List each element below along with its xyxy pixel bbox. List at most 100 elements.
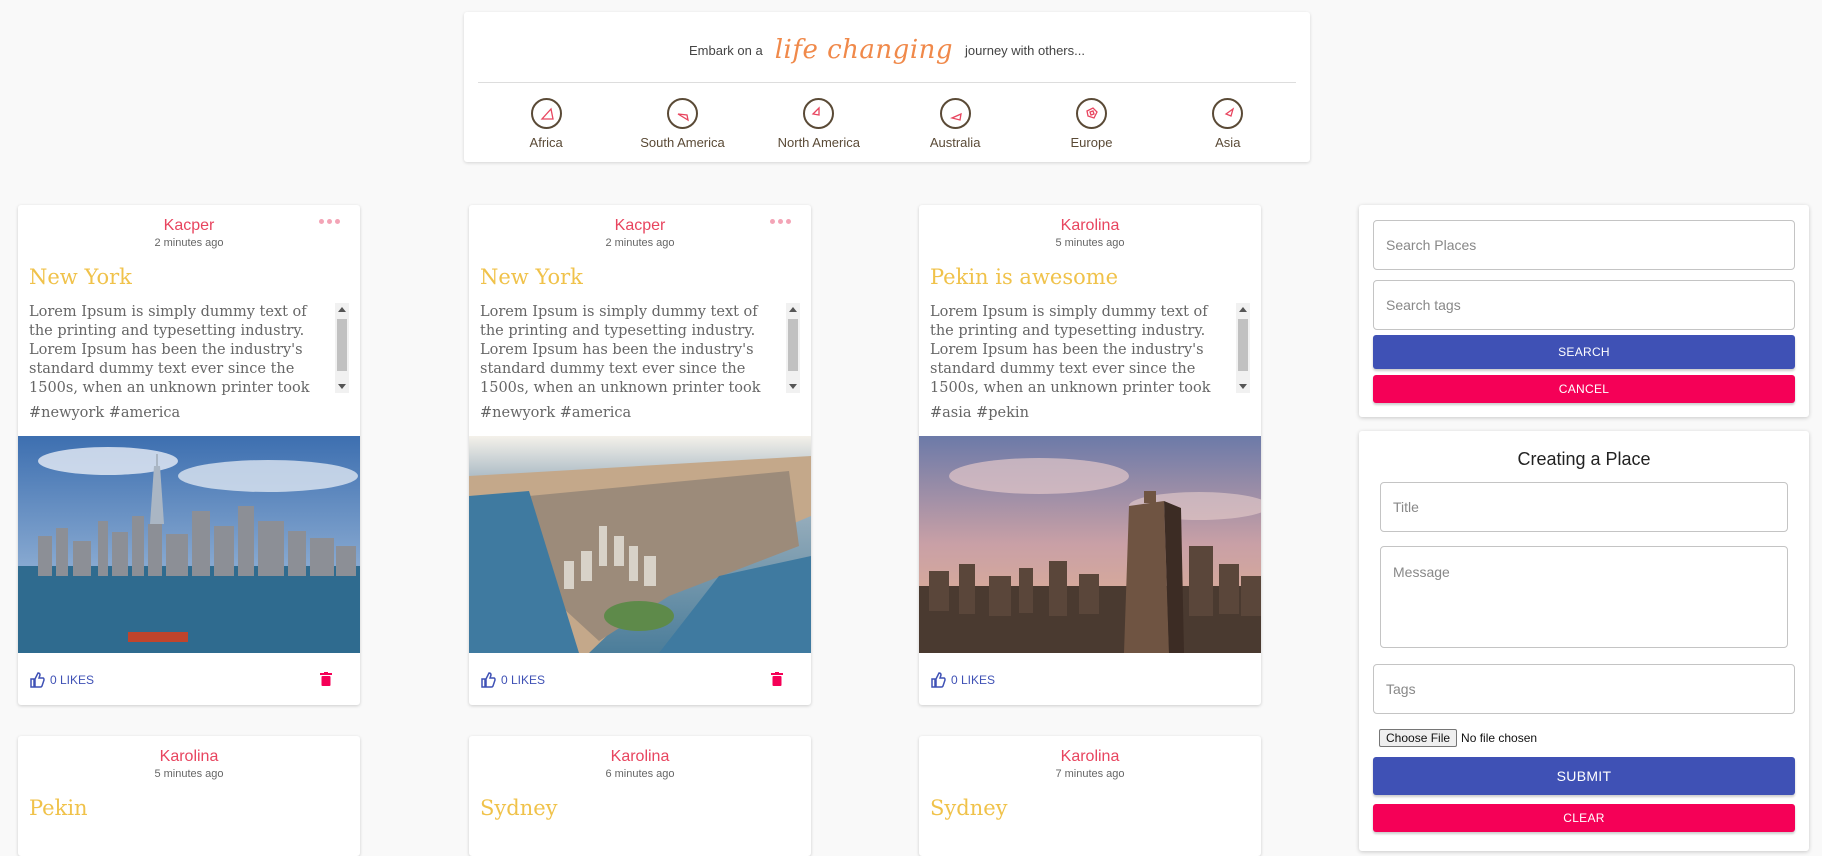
scroll-down-icon[interactable] bbox=[789, 384, 797, 389]
continent-australia[interactable]: Australia bbox=[890, 98, 1020, 150]
card-message: Lorem Ipsum is simply dummy text of the … bbox=[480, 304, 761, 396]
create-place-panel: Creating a Place Title Message Tags Choo… bbox=[1359, 431, 1809, 851]
scroll-down-icon[interactable] bbox=[1239, 384, 1247, 389]
scroll-up-icon[interactable] bbox=[1239, 307, 1247, 312]
place-card: Kacper 2 minutes ago New York Lorem Ipsu… bbox=[18, 205, 360, 705]
scroll-thumb[interactable] bbox=[1238, 319, 1248, 371]
continent-label: South America bbox=[640, 135, 725, 150]
tagline-highlight: life changing bbox=[774, 35, 954, 65]
card-author: Karolina bbox=[1060, 748, 1120, 765]
continent-label: Australia bbox=[929, 135, 981, 150]
card-image bbox=[919, 436, 1261, 653]
card-image bbox=[469, 436, 811, 653]
scroll-thumb[interactable] bbox=[788, 319, 798, 371]
card-author: Karolina bbox=[159, 748, 219, 765]
place-card: Karolina 5 minutes ago Pekin bbox=[18, 736, 360, 856]
message-scrollbar[interactable] bbox=[786, 303, 800, 393]
north-america-icon bbox=[803, 98, 835, 129]
europe-icon bbox=[1075, 98, 1107, 129]
choose-file-button[interactable]: Choose File bbox=[1379, 729, 1458, 747]
card-title: Sydney bbox=[930, 796, 1008, 820]
tags-field[interactable]: Tags bbox=[1373, 664, 1795, 714]
card-author: Karolina bbox=[610, 748, 670, 765]
scroll-down-icon[interactable] bbox=[338, 384, 346, 389]
card-tags: #asia #pekin bbox=[930, 405, 1029, 421]
continent-label: North America bbox=[777, 135, 860, 150]
file-status: No file chosen bbox=[1461, 731, 1538, 745]
create-panel-title: Creating a Place bbox=[1517, 449, 1651, 469]
message-scrollbar[interactable] bbox=[335, 303, 349, 393]
card-image bbox=[18, 436, 360, 653]
continent-list: Africa South America North America Austr… bbox=[478, 98, 1296, 150]
card-message: Lorem Ipsum is simply dummy text of the … bbox=[29, 304, 310, 396]
thumb-up-icon bbox=[30, 672, 45, 688]
card-time: 2 minutes ago bbox=[605, 237, 675, 249]
tagline-before: Embark on a bbox=[689, 43, 763, 58]
likes-label: 0 LIKES bbox=[50, 673, 95, 687]
card-title: Pekin bbox=[29, 796, 88, 820]
south-america-icon bbox=[666, 98, 698, 129]
continent-header: Embark on a life changing journey with oth… bbox=[464, 12, 1310, 162]
like-button[interactable]: 0 LIKES bbox=[480, 672, 545, 688]
tagline: Embark on a life changing journey with oth… bbox=[464, 32, 1310, 65]
asia-icon bbox=[1212, 98, 1244, 129]
card-author: Kacper bbox=[163, 217, 215, 234]
message-scrollbar[interactable] bbox=[1236, 303, 1250, 393]
card-message-box: Lorem Ipsum is simply dummy text of the … bbox=[930, 303, 1250, 398]
place-card: Karolina 7 minutes ago Sydney bbox=[919, 736, 1261, 856]
delete-icon[interactable] bbox=[771, 672, 783, 691]
card-time: 2 minutes ago bbox=[154, 237, 224, 249]
header-divider bbox=[478, 82, 1296, 83]
card-title: Pekin is awesome bbox=[930, 265, 1119, 289]
more-options-icon[interactable] bbox=[319, 219, 340, 224]
continent-south-america[interactable]: South America bbox=[617, 98, 747, 150]
place-card: Kacper 2 minutes ago New York Lorem Ipsu… bbox=[469, 205, 811, 705]
continent-label: Africa bbox=[529, 135, 563, 150]
card-title: New York bbox=[29, 265, 132, 289]
tagline-after: journey with others... bbox=[965, 43, 1085, 58]
card-message: Lorem Ipsum is simply dummy text of the … bbox=[930, 304, 1211, 396]
africa-icon bbox=[530, 98, 562, 129]
like-button[interactable]: 0 LIKES bbox=[29, 672, 94, 688]
place-card: Karolina 5 minutes ago Pekin is awesome … bbox=[919, 205, 1261, 705]
scroll-up-icon[interactable] bbox=[338, 307, 346, 312]
scroll-thumb[interactable] bbox=[337, 319, 347, 371]
australia-icon bbox=[939, 98, 971, 129]
card-time: 5 minutes ago bbox=[1055, 237, 1125, 249]
search-button[interactable]: SEARCH bbox=[1373, 335, 1795, 369]
continent-asia[interactable]: Asia bbox=[1163, 98, 1293, 150]
thumb-up-icon bbox=[931, 672, 946, 688]
delete-icon[interactable] bbox=[320, 672, 332, 691]
clear-button[interactable]: CLEAR bbox=[1373, 804, 1795, 832]
search-places-input[interactable]: Search Places bbox=[1373, 220, 1795, 270]
like-button[interactable]: 0 LIKES bbox=[930, 672, 995, 688]
more-options-icon[interactable] bbox=[770, 219, 791, 224]
continent-europe[interactable]: Europe bbox=[1026, 98, 1156, 150]
thumb-up-icon bbox=[481, 672, 496, 688]
likes-label: 0 LIKES bbox=[951, 673, 996, 687]
card-message-box: Lorem Ipsum is simply dummy text of the … bbox=[29, 303, 349, 398]
card-author: Karolina bbox=[1060, 217, 1120, 234]
card-title: New York bbox=[480, 265, 583, 289]
place-card: Karolina 6 minutes ago Sydney bbox=[469, 736, 811, 856]
continent-label: Asia bbox=[1215, 135, 1241, 150]
continent-north-america[interactable]: North America bbox=[754, 98, 884, 150]
card-message-box: Lorem Ipsum is simply dummy text of the … bbox=[480, 303, 800, 398]
search-panel: Search Places Search tags SEARCH CANCEL bbox=[1359, 205, 1809, 417]
scroll-up-icon[interactable] bbox=[789, 307, 797, 312]
file-picker: Choose File No file chosen bbox=[1379, 729, 1537, 747]
card-tags: #newyork #america bbox=[480, 405, 632, 421]
continent-africa[interactable]: Africa bbox=[481, 98, 611, 150]
card-time: 6 minutes ago bbox=[605, 768, 675, 780]
title-field[interactable]: Title bbox=[1380, 482, 1788, 532]
card-time: 5 minutes ago bbox=[154, 768, 224, 780]
message-field[interactable]: Message bbox=[1380, 546, 1788, 648]
continent-label: Europe bbox=[1070, 135, 1113, 150]
cancel-button[interactable]: CANCEL bbox=[1373, 375, 1795, 403]
card-title: Sydney bbox=[480, 796, 558, 820]
card-author: Kacper bbox=[614, 217, 666, 234]
search-tags-input[interactable]: Search tags bbox=[1373, 280, 1795, 330]
card-tags: #newyork #america bbox=[29, 405, 181, 421]
submit-button[interactable]: SUBMIT bbox=[1373, 757, 1795, 795]
card-time: 7 minutes ago bbox=[1055, 768, 1125, 780]
